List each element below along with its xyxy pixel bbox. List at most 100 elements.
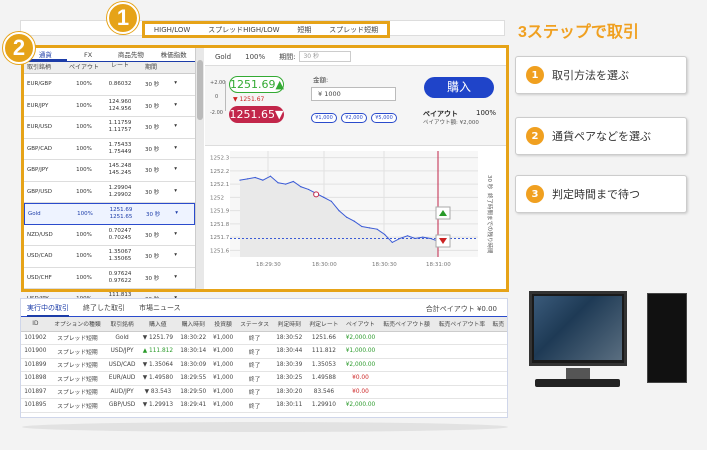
asset-row[interactable]: EUR/GBP 100% 0.86032 30 秒 ▾ (24, 74, 195, 96)
table-cell-empty (378, 398, 435, 413)
price-point (391, 241, 393, 244)
period-dropdown[interactable]: 30 秒 ▾ (141, 102, 181, 110)
table-row[interactable]: 101897 スプレッド短期 AUD/JPY ▼ 83.543 18:29:50 ¥1,0… (21, 385, 507, 399)
tab-spread-high-low[interactable]: スプレッドHIGH/LOW (208, 25, 279, 35)
table-row[interactable]: 101898 スプレッド短期 EUR/AUD ▼ 1.49580 18:29:55 ¥1,… (21, 371, 507, 386)
asset-row[interactable]: GBP/USD 100% 1.29904 1.29902 30 秒 ▾ (24, 182, 195, 203)
y-tick-label: 1251.6 (210, 248, 230, 254)
chip-1000[interactable]: ¥1,000 (311, 113, 337, 123)
tab-indices[interactable]: 株価指数 (152, 48, 195, 61)
table-header: ID オプションの種類 取引銘柄 購入値 購入時刻 投資額 ステータス 判定時刻 判定レート ペイ… (21, 317, 507, 332)
table-cell-empty (489, 358, 507, 372)
tab-active-trades[interactable]: 実行中の取引 (27, 299, 69, 317)
rate-ask: 1251.69 (109, 206, 133, 213)
tab-spread-short-term[interactable]: スプレッド短期 (329, 25, 378, 35)
period-dropdown[interactable]: 30 秒 ▾ (141, 80, 181, 88)
scale-bottom: -2.00 (210, 110, 223, 116)
rate-bid: 0.70245 (108, 234, 132, 241)
table-row[interactable]: 101899 スプレッド短期 USD/CAD ▼ 1.35064 18:30:09 ¥1,… (21, 358, 507, 372)
period-dropdown[interactable]: 30 秒 ▾ (141, 188, 181, 196)
asset-row[interactable]: USD/CHF 100% 0.97624 0.97622 30 秒 ▾ (24, 268, 195, 289)
chevron-down-icon: ▾ (174, 230, 177, 237)
period-dropdown[interactable]: 30 秒 ▾ (141, 231, 181, 239)
period-value: 30 秒 (145, 254, 160, 261)
price-point (262, 179, 264, 181)
table-cell: 18:30:22 (176, 331, 210, 345)
buy-button[interactable]: 購入 (424, 77, 494, 98)
table-cell: ▼ 1.35064 (139, 358, 177, 372)
period-select[interactable]: 30 秒 (299, 51, 352, 62)
asset-row[interactable]: EUR/USD 100% 1.11759 1.11757 30 秒 ▾ (24, 117, 195, 139)
period-dropdown[interactable]: 30 秒 ▾ (141, 123, 181, 131)
table-row[interactable]: 101900 スプレッド短期 USD/JPY ▲ 111.812 18:30:14 ¥1,… (21, 344, 507, 359)
chart-low-button[interactable] (435, 234, 451, 248)
step-label: 取引方法を選ぶ (552, 69, 629, 82)
tab-market-news[interactable]: 市場ニュース (139, 303, 181, 313)
tab-commodities[interactable]: 商品先物 (110, 48, 153, 61)
price-point (292, 180, 294, 183)
high-price-button[interactable]: 1251.69▲ (229, 76, 284, 93)
column-header: 判定時刻 (272, 317, 306, 332)
table-cell: 18:29:50 (176, 385, 210, 399)
price-point (269, 175, 272, 177)
table-cell: ¥1,000 (209, 358, 237, 372)
asset-row[interactable]: GBP/JPY 100% 145.248 145.245 30 秒 ▾ (24, 160, 195, 182)
period-dropdown[interactable]: 30 秒 ▾ (141, 145, 181, 153)
entry-marker (313, 191, 320, 198)
step-number: 2 (526, 127, 544, 145)
table-cell: 101897 (21, 385, 50, 399)
price-point (277, 182, 279, 184)
table-row[interactable]: 101895 スプレッド短期 GBP/USD ▼ 1.29913 18:29:41 ¥1,… (21, 398, 507, 413)
total-payout: 合計ペイアウト ¥0.00 (425, 305, 497, 313)
step-card-1: 1 取引方法を選ぶ (515, 56, 687, 94)
table-cell: スプレッド短期 (49, 331, 106, 345)
table-cell: Gold (105, 331, 140, 345)
asset-rate: 0.70247 0.70245 (99, 228, 141, 242)
table-cell: 18:30:14 (176, 344, 210, 359)
asset-row[interactable]: USD/CAD 100% 1.35067 1.35065 30 秒 ▾ (24, 246, 195, 268)
asset-row[interactable]: EUR/JPY 100% 124.960 124.956 30 秒 ▾ (24, 96, 195, 117)
tab-fx[interactable]: FX (67, 48, 110, 61)
table-cell: スプレッド短期 (49, 344, 106, 359)
period-dropdown[interactable]: 30 秒 ▾ (141, 166, 181, 174)
table-row[interactable]: 101902 スプレッド短期 Gold ▼ 1251.79 18:30:22 ¥1,000… (21, 331, 507, 345)
rate-ask: 0.97624 (108, 270, 132, 277)
tab-high-low[interactable]: HIGH/LOW (154, 26, 190, 34)
scrollbar-thumb[interactable] (197, 60, 203, 120)
asset-row[interactable]: GBP/CAD 100% 1.75433 1.75449 30 秒 ▾ (24, 139, 195, 160)
table-cell: 18:30:11 (272, 398, 306, 413)
column-header: ペイアウト (342, 317, 379, 332)
table-cell: ¥1,000 (209, 371, 237, 386)
table-cell: 1.35053 (305, 358, 343, 372)
table-cell: ¥1,000 (209, 385, 237, 399)
remaining-time-label: 終了時間までの残り時間 (486, 193, 494, 254)
tab-short-term[interactable]: 短期 (297, 25, 311, 35)
table-cell: ▼ 1.29913 (139, 398, 177, 413)
rate-bid: 1.35065 (108, 256, 132, 263)
asset-row[interactable]: Gold 100% 1251.69 1251.65 30 秒 ▾ (24, 203, 195, 225)
rate-ask: 0.70247 (108, 227, 132, 234)
column-header: 購入時刻 (176, 317, 210, 332)
tab-closed-trades[interactable]: 終了した取引 (83, 303, 125, 313)
low-price-button[interactable]: 1251.65▼ (229, 106, 284, 123)
amount-input[interactable]: ¥ 1000 (311, 87, 396, 101)
chip-5000[interactable]: ¥5,000 (371, 113, 397, 123)
y-tick-label: 1252 (210, 195, 224, 201)
period-dropdown[interactable]: 30 秒 ▾ (142, 210, 182, 218)
step-badge-2: 2 (3, 32, 35, 64)
period-dropdown[interactable]: 30 秒 ▾ (141, 274, 181, 282)
asset-rate: 1.35067 1.35065 (99, 249, 141, 263)
table-cell: ¥1,000.00 (342, 344, 379, 359)
table-cell: ▼ 1.49580 (139, 371, 177, 386)
chip-2000[interactable]: ¥2,000 (341, 113, 367, 123)
period-dropdown[interactable]: 30 秒 ▾ (141, 252, 181, 260)
price-point (307, 188, 310, 191)
x-tick-label: 18:30:30 (372, 262, 397, 268)
x-tick-label: 18:30:00 (312, 262, 337, 268)
y-tick-label: 1252.1 (210, 182, 229, 188)
asset-rate: 0.97624 0.97622 (99, 271, 141, 285)
table-cell: USD/CAD (105, 358, 140, 372)
asset-payout: 100% (76, 274, 92, 281)
chart-high-button[interactable] (435, 206, 451, 220)
asset-row[interactable]: NZD/USD 100% 0.70247 0.70245 30 秒 ▾ (24, 225, 195, 246)
